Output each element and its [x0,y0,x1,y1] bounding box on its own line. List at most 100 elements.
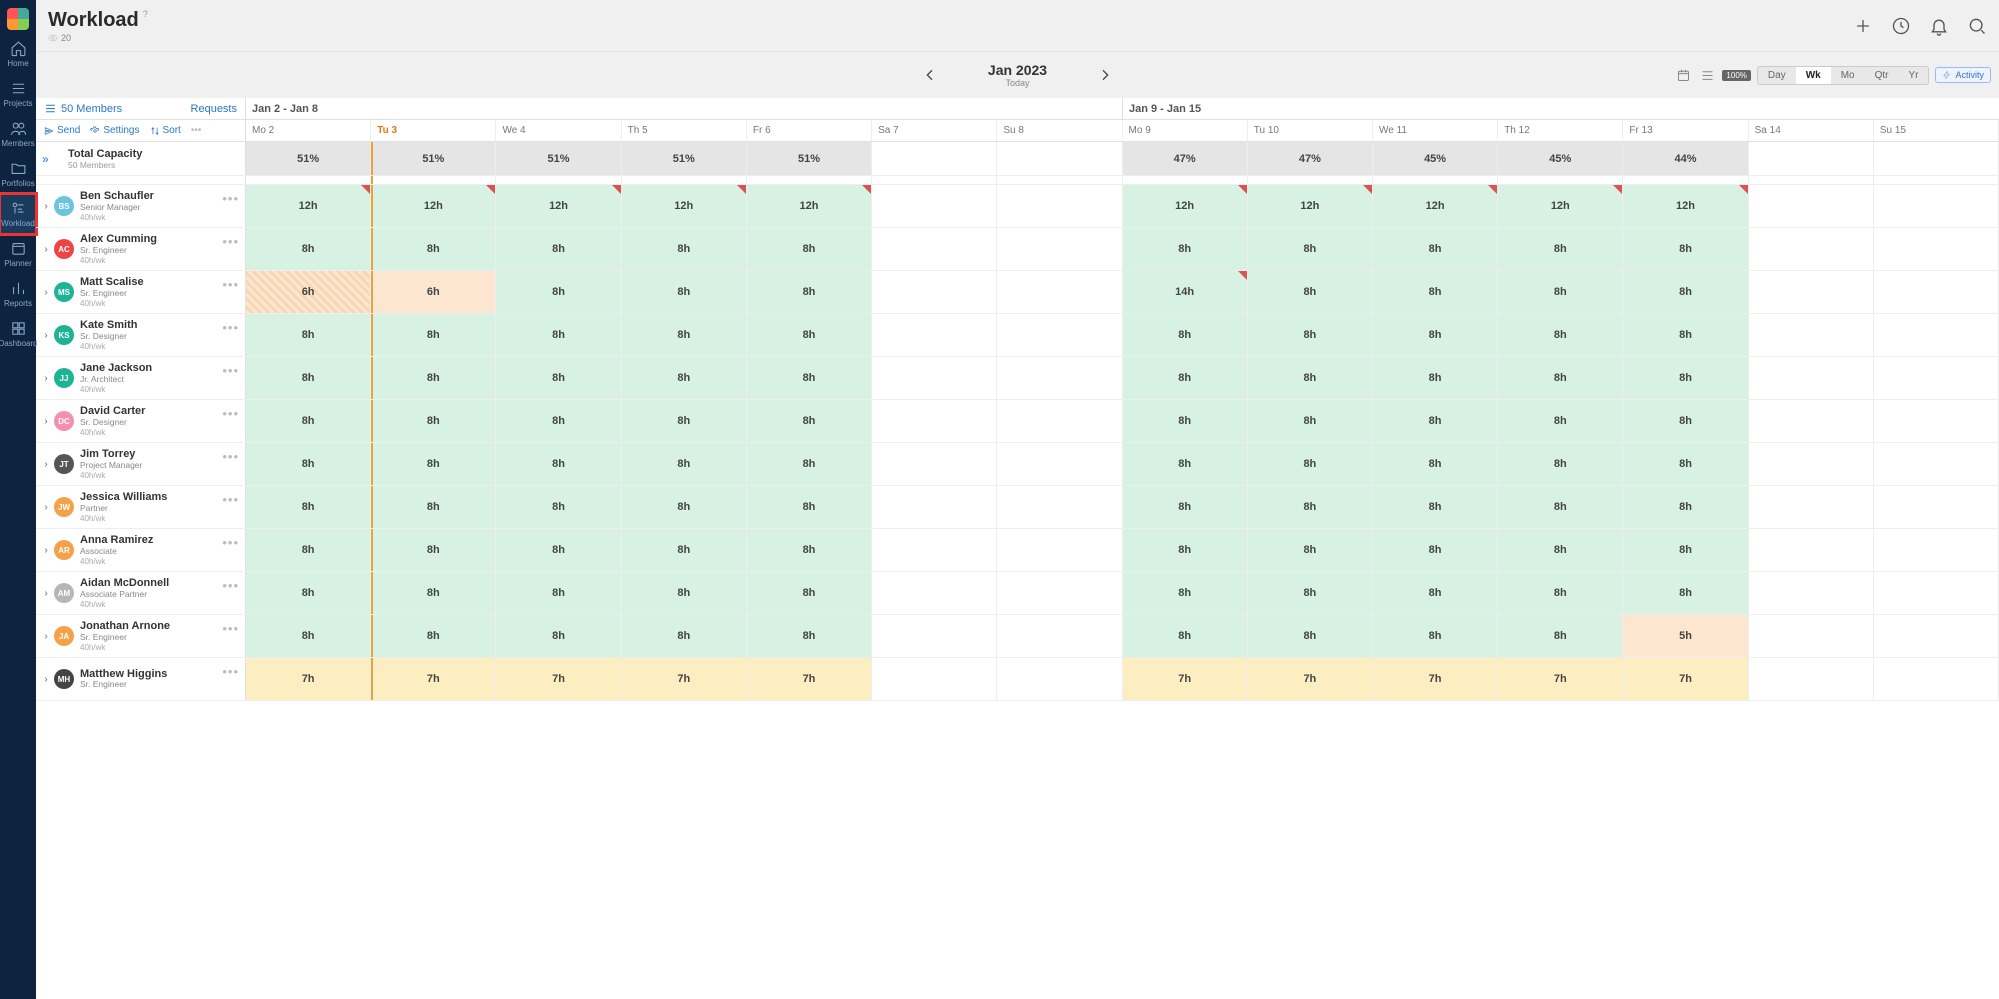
member-left[interactable]: ›JAJonathan ArnoneSr. Engineer40h/wk••• [36,615,246,657]
workload-cell[interactable]: 51% [622,142,747,175]
workload-cell[interactable]: 8h [1498,400,1623,442]
workload-cell[interactable] [1749,357,1874,399]
workload-cell[interactable]: 8h [246,400,371,442]
member-left[interactable]: ›AMAidan McDonnellAssociate Partner40h/w… [36,572,246,614]
list-density-icon[interactable] [1698,66,1716,84]
workload-cell[interactable]: 8h [1373,400,1498,442]
history-icon[interactable] [1891,16,1911,36]
workload-cell[interactable]: 8h [1373,529,1498,571]
row-more-icon[interactable]: ••• [222,191,239,206]
row-more-icon[interactable]: ••• [222,449,239,464]
workload-cell[interactable]: 8h [371,443,496,485]
member-left[interactable]: ›JTJim TorreyProject Manager40h/wk••• [36,443,246,485]
nav-projects[interactable]: Projects [0,74,36,114]
row-more-icon[interactable]: ••• [222,621,239,636]
workload-cell[interactable] [872,486,997,528]
workload-cell[interactable]: 8h [496,400,621,442]
workload-cell[interactable] [872,185,997,227]
workload-cell[interactable]: 8h [622,357,747,399]
workload-cell[interactable] [1874,228,1999,270]
workload-cell[interactable]: 8h [1248,443,1373,485]
workload-cell[interactable]: 45% [1498,142,1623,175]
view-qtr[interactable]: Qtr [1865,67,1899,84]
row-more-icon[interactable]: ••• [222,234,239,249]
workload-cell[interactable]: 8h [1373,314,1498,356]
member-left[interactable]: ›DCDavid CarterSr. Designer40h/wk••• [36,400,246,442]
workload-cell[interactable]: 51% [246,142,371,175]
workload-cell[interactable] [1874,142,1999,175]
view-wk[interactable]: Wk [1796,67,1831,84]
workload-cell[interactable] [997,357,1122,399]
workload-cell[interactable]: 12h [1373,185,1498,227]
workload-cell[interactable]: 6h [371,271,496,313]
expand-icon[interactable]: › [42,244,50,255]
workload-cell[interactable] [1749,615,1874,657]
workload-cell[interactable] [872,443,997,485]
workload-cell[interactable] [872,357,997,399]
member-left[interactable]: ›MSMatt ScaliseSr. Engineer40h/wk••• [36,271,246,313]
workload-cell[interactable] [1749,142,1874,175]
workload-cell[interactable] [1749,529,1874,571]
workload-cell[interactable] [1874,486,1999,528]
prev-period-icon[interactable] [922,67,938,83]
workload-cell[interactable]: 8h [496,486,621,528]
workload-cell[interactable]: 8h [1623,400,1748,442]
workload-cell[interactable]: 8h [622,572,747,614]
workload-cell[interactable] [997,271,1122,313]
workload-cell[interactable]: 8h [1123,529,1248,571]
workload-cell[interactable]: 8h [622,228,747,270]
workload-cell[interactable]: 8h [371,314,496,356]
workload-cell[interactable]: 8h [1248,271,1373,313]
workload-cell[interactable]: 8h [1123,400,1248,442]
workload-cell[interactable]: 8h [1623,529,1748,571]
workload-cell[interactable]: 8h [1498,529,1623,571]
workload-cell[interactable]: 8h [1123,357,1248,399]
workload-cell[interactable] [1874,658,1999,700]
workload-cell[interactable] [997,400,1122,442]
workload-cell[interactable]: 8h [1498,228,1623,270]
workload-cell[interactable]: 8h [1123,228,1248,270]
workload-cell[interactable]: 12h [496,185,621,227]
workload-cell[interactable]: 6h [246,271,371,313]
nav-workload[interactable]: Workload [0,194,36,234]
workload-cell[interactable] [872,529,997,571]
workload-cell[interactable]: 14h [1123,271,1248,313]
workload-cell[interactable]: 8h [371,400,496,442]
expand-icon[interactable]: › [42,588,50,599]
more-icon[interactable]: ••• [191,125,202,136]
workload-cell[interactable]: 8h [371,228,496,270]
workload-cell[interactable] [872,271,997,313]
workload-cell[interactable]: 8h [1373,443,1498,485]
nav-home[interactable]: Home [0,34,36,74]
workload-cell[interactable]: 8h [622,400,747,442]
workload-cell[interactable]: 51% [496,142,621,175]
workload-cell[interactable]: 8h [1498,615,1623,657]
workload-cell[interactable]: 7h [371,658,496,700]
workload-cell[interactable]: 8h [1248,228,1373,270]
workload-cell[interactable]: 7h [622,658,747,700]
requests-link[interactable]: Requests [191,103,237,115]
expand-icon[interactable]: › [42,459,50,470]
workload-cell[interactable]: 8h [246,228,371,270]
workload-cell[interactable] [1874,615,1999,657]
workload-cell[interactable]: 7h [1373,658,1498,700]
workload-cell[interactable]: 8h [1373,615,1498,657]
workload-cell[interactable] [1874,400,1999,442]
workload-cell[interactable]: 8h [747,357,872,399]
workload-cell[interactable]: 8h [371,357,496,399]
workload-cell[interactable]: 8h [1373,357,1498,399]
workload-cell[interactable]: 8h [1498,486,1623,528]
workload-cell[interactable]: 8h [1123,314,1248,356]
nav-portfolios[interactable]: Portfolios [0,154,36,194]
workload-cell[interactable]: 8h [496,228,621,270]
row-more-icon[interactable]: ••• [222,363,239,378]
workload-cell[interactable]: 8h [1498,357,1623,399]
calendar-today-icon[interactable] [1674,66,1692,84]
expand-icon[interactable]: › [42,545,50,556]
workload-cell[interactable]: 8h [747,572,872,614]
workload-cell[interactable]: 8h [1498,314,1623,356]
member-left[interactable]: ›JWJessica WilliamsPartner40h/wk••• [36,486,246,528]
workload-cell[interactable]: 8h [1123,443,1248,485]
expand-icon[interactable]: › [42,674,50,685]
row-more-icon[interactable]: ••• [222,664,239,679]
